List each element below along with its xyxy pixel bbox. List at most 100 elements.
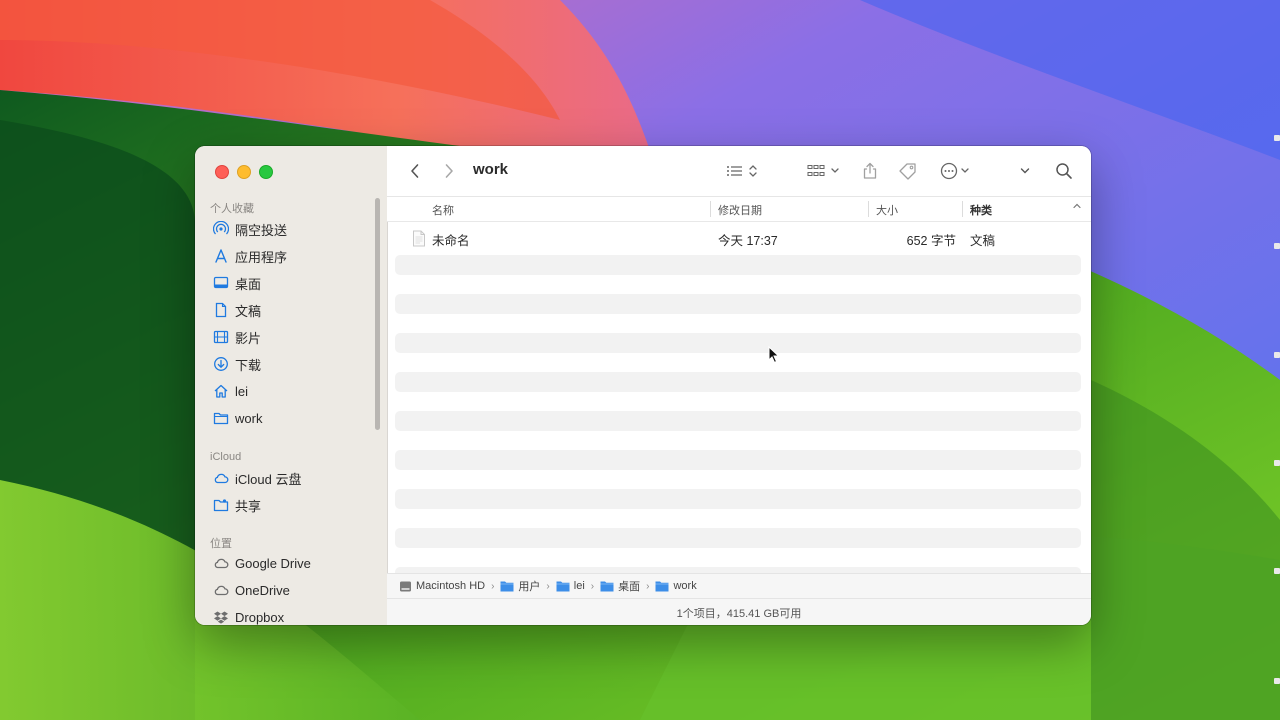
path-item-lei[interactable]: lei xyxy=(556,580,585,592)
chevron-up-icon xyxy=(1073,203,1081,209)
hard-drive-icon xyxy=(400,581,411,591)
file-name: 未命名 xyxy=(432,234,470,248)
path-separator: › xyxy=(546,580,550,592)
sidebar-item-label: 桌面 xyxy=(235,276,262,292)
zoom-button[interactable] xyxy=(259,165,273,179)
desktop-icon-fragment xyxy=(1274,678,1280,684)
folder-icon xyxy=(600,581,614,592)
toolbar-overflow-button[interactable] xyxy=(1018,160,1032,182)
tags-button[interactable] xyxy=(897,160,919,182)
share-button[interactable] xyxy=(859,160,881,182)
column-modified[interactable]: 修改日期 xyxy=(718,202,762,218)
file-modified: 今天 17:37 xyxy=(718,234,778,248)
empty-row xyxy=(395,489,1081,509)
folder-icon xyxy=(212,409,230,427)
sidebar-item-label: 影片 xyxy=(235,330,262,346)
chevron-left-icon xyxy=(411,164,419,178)
sidebar-item-movies[interactable]: 影片 xyxy=(212,326,372,348)
empty-row xyxy=(395,411,1081,431)
desktop-icon-fragment xyxy=(1274,460,1280,466)
sidebar-item-applications[interactable]: 应用程序 xyxy=(212,245,372,267)
sidebar-section-locations: 位置 xyxy=(210,538,232,550)
path-item-users[interactable]: 用户 xyxy=(500,578,540,594)
sidebar-item-google-drive[interactable]: Google Drive xyxy=(212,552,372,574)
sidebar-item-airdrop[interactable]: 隔空投送 xyxy=(212,218,372,240)
sidebar-item-documents[interactable]: 文稿 xyxy=(212,299,372,321)
sidebar-item-work[interactable]: work xyxy=(212,407,372,429)
table-row[interactable]: 未命名 今天 17:37 652 字节 文稿 xyxy=(395,222,1081,254)
sidebar-scrollbar[interactable] xyxy=(375,198,380,430)
column-divider[interactable] xyxy=(710,201,711,217)
back-button[interactable] xyxy=(405,160,425,182)
search-button[interactable] xyxy=(1053,160,1075,182)
path-bar: Macintosh HD › 用户 › lei › 桌面 › work xyxy=(387,573,1091,598)
sidebar-item-label: OneDrive xyxy=(235,582,290,598)
file-size: 652 字节 xyxy=(906,234,956,248)
ellipsis-circle-icon xyxy=(940,162,969,180)
folder-icon xyxy=(556,581,570,592)
sort-indicator xyxy=(1072,200,1082,215)
cloud-icon xyxy=(212,469,230,487)
column-size[interactable]: 大小 xyxy=(876,202,898,218)
path-item-macintosh-hd[interactable]: Macintosh HD xyxy=(399,580,485,593)
dropbox-icon xyxy=(212,608,230,625)
column-divider[interactable] xyxy=(962,201,963,217)
sidebar-item-onedrive[interactable]: OneDrive xyxy=(212,579,372,601)
view-mode-list-button[interactable] xyxy=(723,160,763,182)
path-separator: › xyxy=(491,580,495,592)
close-button[interactable] xyxy=(215,165,229,179)
sidebar-section-icloud: iCloud xyxy=(210,451,242,463)
sidebar-item-shared[interactable]: 共享 xyxy=(212,494,372,516)
sidebar-item-desktop[interactable]: 桌面 xyxy=(212,272,372,294)
sidebar-item-label: 文稿 xyxy=(235,303,262,319)
empty-row xyxy=(395,450,1081,470)
mouse-pointer-icon xyxy=(768,345,780,369)
column-divider[interactable] xyxy=(868,201,869,217)
desktop-icon-fragment xyxy=(1274,243,1280,249)
sidebar-section-favorites: 个人收藏 xyxy=(210,203,254,215)
empty-row xyxy=(395,255,1081,275)
more-actions-button[interactable] xyxy=(939,160,975,182)
minimize-button[interactable] xyxy=(237,165,251,179)
shared-folder-icon xyxy=(212,496,230,514)
airdrop-icon xyxy=(212,220,230,238)
grid-group-icon xyxy=(807,165,839,176)
sidebar-item-home[interactable]: lei xyxy=(212,380,372,402)
home-icon xyxy=(212,382,230,400)
desktop-icon xyxy=(212,274,230,292)
search-icon xyxy=(1056,163,1072,179)
film-icon xyxy=(212,328,230,346)
window-controls xyxy=(215,165,273,179)
sidebar-item-label: Dropbox xyxy=(235,609,285,625)
path-separator: › xyxy=(590,580,595,592)
cloud-icon xyxy=(212,554,230,572)
status-text: 1个项目，415.41 GB可用 xyxy=(676,607,802,620)
sidebar-item-label: 下载 xyxy=(235,357,262,373)
status-bar: 1个项目，415.41 GB可用 xyxy=(387,598,1091,625)
group-by-button[interactable] xyxy=(805,160,845,182)
sidebar-item-label: iCloud 云盘 xyxy=(235,471,302,487)
sidebar-item-icloud-drive[interactable]: iCloud 云盘 xyxy=(212,467,372,489)
tag-icon xyxy=(899,163,916,180)
empty-row xyxy=(395,294,1081,314)
finder-window: 个人收藏 隔空投送 应用程序 桌面 文稿 影片 下载 lei work iClo… xyxy=(195,146,1091,625)
desktop-icon-fragment xyxy=(1274,568,1280,574)
chevron-right-icon xyxy=(445,164,453,178)
empty-row xyxy=(395,372,1081,392)
sidebar-item-label: Google Drive xyxy=(235,555,311,571)
desktop-icon-fragment xyxy=(1274,135,1280,141)
file-icon xyxy=(412,230,426,250)
document-icon xyxy=(212,301,230,319)
path-item-work[interactable]: work xyxy=(655,580,697,592)
folder-icon xyxy=(655,581,669,592)
sidebar-item-downloads[interactable]: 下载 xyxy=(212,353,372,375)
path-item-desktop[interactable]: 桌面 xyxy=(600,578,640,594)
chevron-down-icon xyxy=(1020,168,1030,174)
column-kind[interactable]: 种类 xyxy=(970,202,992,218)
forward-button[interactable] xyxy=(439,160,459,182)
column-name[interactable]: 名称 xyxy=(432,202,454,218)
empty-row xyxy=(395,528,1081,548)
folder-icon xyxy=(500,581,514,592)
download-icon xyxy=(212,355,230,373)
sidebar-item-dropbox[interactable]: Dropbox xyxy=(212,606,372,625)
